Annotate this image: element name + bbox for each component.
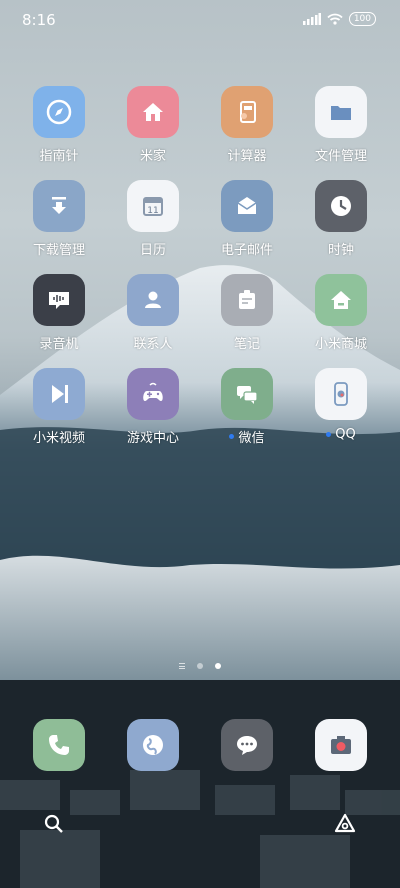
phone-icon[interactable] <box>33 719 85 771</box>
dock <box>0 719 400 773</box>
app-contacts[interactable]: 联系人 <box>106 274 200 352</box>
page-indicator-list-icon[interactable] <box>179 663 185 669</box>
app-label: 小米视频 <box>32 431 85 446</box>
app-file-manager[interactable]: 文件管理 <box>294 86 388 164</box>
browser-icon[interactable] <box>127 719 179 771</box>
app-calculator[interactable]: 计算器 <box>200 86 294 164</box>
app-qq[interactable]: QQ <box>294 368 388 442</box>
app-mi-video[interactable]: 小米视频 <box>12 368 106 446</box>
search-icon[interactable] <box>44 814 64 834</box>
app-label: 计算器 <box>227 149 267 164</box>
contacts-icon[interactable] <box>127 274 179 326</box>
gamepad-icon[interactable] <box>127 368 179 420</box>
notification-dot <box>229 434 235 439</box>
app-label: 指南针 <box>39 149 79 164</box>
app-label: 游戏中心 <box>126 431 179 446</box>
compass-icon[interactable] <box>33 86 85 138</box>
app-game-center[interactable]: 游戏中心 <box>106 368 200 446</box>
video-icon[interactable] <box>33 368 85 420</box>
messages-icon[interactable] <box>221 719 273 771</box>
app-grid: 指南针 米家 计算器 文件管理 下载管理 11 日历 电子邮件 时钟 录音机 联… <box>0 0 400 450</box>
clock-icon[interactable] <box>315 180 367 232</box>
app-label: 下载管理 <box>32 243 85 258</box>
app-download-manager[interactable]: 下载管理 <box>12 180 106 258</box>
app-label: 小米商城 <box>314 337 367 352</box>
calendar-icon[interactable]: 11 <box>127 180 179 232</box>
app-label: 电子邮件 <box>220 243 273 258</box>
folder-icon[interactable] <box>315 86 367 138</box>
page-indicator[interactable] <box>0 663 400 669</box>
bottom-bar <box>0 808 400 838</box>
camera-icon[interactable] <box>315 719 367 771</box>
notes-icon[interactable] <box>221 274 273 326</box>
app-label: QQ <box>335 427 356 442</box>
qq-icon[interactable] <box>315 368 367 420</box>
app-clock[interactable]: 时钟 <box>294 180 388 258</box>
app-label: 时钟 <box>327 243 354 258</box>
calculator-icon[interactable] <box>221 86 273 138</box>
app-mi-store[interactable]: 小米商城 <box>294 274 388 352</box>
download-icon[interactable] <box>33 180 85 232</box>
page-dot-active[interactable] <box>215 663 221 669</box>
app-label: 日历 <box>139 243 166 258</box>
app-label: 笔记 <box>233 337 260 352</box>
home-icon[interactable] <box>127 86 179 138</box>
wechat-icon[interactable] <box>221 368 273 420</box>
app-label: 文件管理 <box>314 149 367 164</box>
store-icon[interactable] <box>315 274 367 326</box>
page-dot[interactable] <box>197 663 203 669</box>
app-notes[interactable]: 笔记 <box>200 274 294 352</box>
mail-icon[interactable] <box>221 180 273 232</box>
app-email[interactable]: 电子邮件 <box>200 180 294 258</box>
app-label: 联系人 <box>133 337 173 352</box>
recorder-icon[interactable] <box>33 274 85 326</box>
app-recorder[interactable]: 录音机 <box>12 274 106 352</box>
app-label: 微信 <box>238 431 265 446</box>
app-mijia[interactable]: 米家 <box>106 86 200 164</box>
app-compass[interactable]: 指南针 <box>12 86 106 164</box>
app-calendar[interactable]: 11 日历 <box>106 180 200 258</box>
calendar-day: 11 <box>147 206 158 216</box>
app-label: 录音机 <box>39 337 79 352</box>
app-label: 米家 <box>139 149 166 164</box>
app-wechat[interactable]: 微信 <box>200 368 294 446</box>
assistant-icon[interactable] <box>334 813 356 833</box>
notification-dot <box>326 432 332 437</box>
